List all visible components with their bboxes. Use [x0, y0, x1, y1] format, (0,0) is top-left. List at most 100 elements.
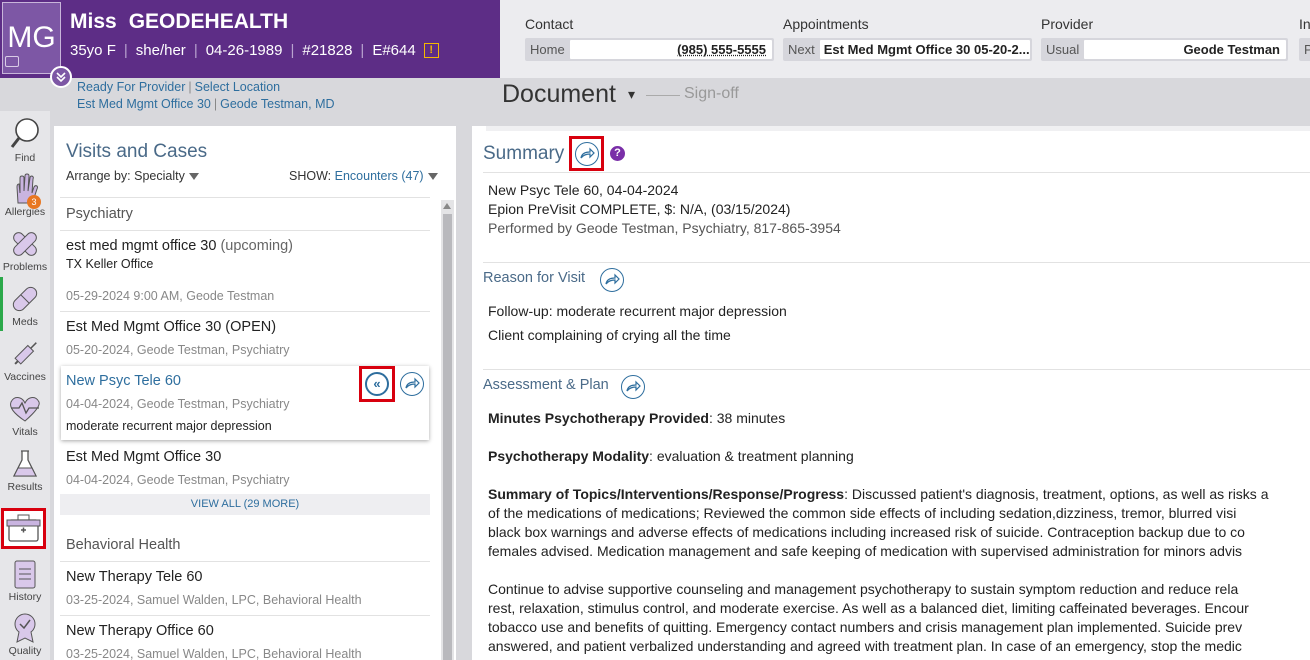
contact-phone[interactable]: (985) 555-5555	[569, 40, 772, 59]
patient-demographics: 35yo F | she/her | 04-26-1989 | #21828 | E#6…	[70, 42, 439, 59]
summary-line: New Psyc Tele 60, 04-04-2024	[488, 182, 679, 198]
scrollbar-thumb[interactable]	[443, 214, 452, 660]
continue-paragraph: Continue to advise supportive counseling…	[488, 580, 1310, 656]
continue-line: rest, relaxation, stimulus control, and …	[488, 600, 1249, 616]
problems-button[interactable]: Problems	[0, 228, 50, 273]
help-icon[interactable]: ?	[610, 146, 625, 161]
topics-line: black box warnings and adverse effects o…	[488, 524, 1245, 540]
visit-title[interactable]: est med mgmt office 30 (upcoming)	[66, 238, 293, 254]
insurance-field[interactable]: P	[1299, 38, 1310, 61]
summary-heading: Summary	[483, 143, 565, 164]
divider	[60, 230, 430, 231]
patient-last-name: GEODEHEALTH	[128, 10, 289, 33]
visit-place: TX Keller Office	[66, 257, 154, 271]
encounters-button[interactable]	[1, 508, 46, 549]
topics-line: : Discussed patient's diagnosis, treatme…	[844, 486, 1269, 502]
results-button[interactable]: Results	[0, 448, 50, 493]
scroll-up-icon[interactable]	[443, 203, 451, 209]
visit-title[interactable]: New Therapy Office 60	[66, 623, 214, 639]
encounter-status-line: Ready For Provider | Select Location	[77, 80, 281, 94]
meds-button[interactable]: Meds	[0, 283, 50, 328]
section-behavioral-health[interactable]: Behavioral Health	[66, 537, 180, 553]
provider-field[interactable]: Usual Geode Testman	[1041, 38, 1288, 61]
visit-title[interactable]: Est Med Mgmt Office 30 (OPEN)	[66, 319, 276, 335]
appointments-key: Next	[788, 42, 815, 57]
document-dropdown-icon[interactable]: ▾	[628, 86, 635, 103]
continue-line: answered, and patient verbalized underst…	[488, 638, 1242, 654]
document-title[interactable]: Document	[502, 80, 616, 109]
visit-sub: 05-29-2024 9:00 AM, Geode Testman	[66, 289, 275, 303]
alert-icon[interactable]: !	[423, 43, 439, 58]
contact-key: Home	[530, 42, 565, 57]
view-all-button[interactable]: VIEW ALL (29 MORE)	[60, 494, 430, 515]
history-button[interactable]: History	[0, 558, 50, 603]
provider-link[interactable]: Geode Testman, MD	[220, 97, 334, 111]
appointments-group: Appointments Next Est Med Mgmt Office 30…	[783, 16, 1032, 61]
quality-button[interactable]: Quality	[0, 612, 50, 657]
bandage-icon	[13, 232, 37, 256]
next-appointment[interactable]: Est Med Mgmt Office 30 05-20-2...	[819, 40, 1030, 59]
clipboard-icon	[14, 560, 36, 589]
vaccines-label: Vaccines	[4, 371, 46, 383]
reason-line: Follow-up: moderate recurrent major depr…	[488, 303, 787, 319]
expand-banner-icon[interactable]	[50, 66, 72, 88]
insurance-group: In P	[1299, 16, 1310, 61]
reason-line: Client complaining of crying all the tim…	[488, 327, 731, 343]
show-filter-dropdown[interactable]: SHOW: Encounters (47)	[289, 169, 438, 183]
divider	[60, 311, 430, 312]
insurance-label: In	[1299, 16, 1310, 32]
signoff-tab[interactable]: Sign-off	[684, 85, 739, 103]
modality-label: Psychotherapy Modality	[488, 448, 650, 464]
camera-icon[interactable]	[5, 56, 19, 67]
modality-value: : evaluation & treatment planning	[649, 448, 854, 464]
appointments-label: Appointments	[783, 16, 869, 32]
visit-title[interactable]: New Psyc Tele 60	[66, 373, 181, 389]
minutes-line: Minutes Psychotherapy Provided: 38 minut…	[488, 409, 1310, 428]
vitals-label: Vitals	[12, 426, 38, 438]
collapse-visit-icon[interactable]: «	[365, 372, 389, 396]
visit-sub: 03-25-2024, Samuel Walden, LPC, Behavior…	[66, 647, 362, 660]
section-psychiatry[interactable]: Psychiatry	[66, 206, 133, 222]
arrange-label: Arrange by:	[66, 169, 131, 183]
divider	[483, 172, 1310, 173]
ready-status-link[interactable]: Ready For Provider	[77, 80, 185, 94]
divider	[60, 615, 430, 616]
arrange-by-dropdown[interactable]: Arrange by: Specialty	[66, 169, 199, 183]
visit-title[interactable]: New Therapy Tele 60	[66, 569, 203, 585]
share-icon[interactable]	[400, 372, 424, 396]
summary-line: Performed by Geode Testman, Psychiatry, …	[488, 220, 841, 236]
usual-provider[interactable]: Geode Testman	[1084, 40, 1286, 59]
vaccines-button[interactable]: Vaccines	[0, 338, 50, 383]
patient-title: Miss	[70, 10, 117, 33]
appointments-field[interactable]: Next Est Med Mgmt Office 30 05-20-2...	[783, 38, 1032, 61]
visit-title[interactable]: Est Med Mgmt Office 30	[66, 449, 221, 465]
encounter-id: E#644	[372, 42, 416, 59]
modality-line: Psychotherapy Modality: evaluation & tre…	[488, 447, 1310, 466]
document-top-strip	[486, 126, 1310, 131]
select-location-link[interactable]: Select Location	[195, 80, 280, 94]
dropdown-triangle-icon	[427, 173, 438, 181]
topics-line: of the medications of medications; Revie…	[488, 505, 1237, 521]
location-link[interactable]: Est Med Mgmt Office 30	[77, 97, 211, 111]
assessment-heading: Assessment & Plan	[483, 377, 609, 393]
contact-field[interactable]: Home (985) 555-5555	[525, 38, 774, 61]
pill-icon	[12, 286, 38, 312]
summary-share-icon[interactable]	[575, 142, 599, 166]
magnifier-icon	[10, 118, 39, 148]
visit-sub: 04-04-2024, Geode Testman, Psychiatry	[66, 397, 290, 411]
continue-line: tobacco use and benefits of quitting. Em…	[488, 619, 1243, 635]
pronouns: she/her	[135, 42, 186, 59]
summary-line: Epion PreVisit COMPLETE, $: N/A, (03/15/…	[488, 201, 791, 217]
vitals-button[interactable]: Vitals	[0, 393, 50, 438]
quality-label: Quality	[8, 645, 42, 657]
allergies-button[interactable]: Allergies	[0, 173, 50, 218]
find-button[interactable]: Find	[0, 117, 50, 164]
dob: 04-26-1989	[205, 42, 283, 59]
find-label: Find	[14, 152, 36, 164]
divider	[483, 262, 1310, 263]
topics-line: females advised. Medication management a…	[488, 543, 1243, 559]
history-label: History	[8, 591, 42, 603]
reason-share-icon[interactable]	[600, 268, 624, 292]
assessment-share-icon[interactable]	[621, 375, 645, 399]
divider	[483, 369, 1310, 370]
